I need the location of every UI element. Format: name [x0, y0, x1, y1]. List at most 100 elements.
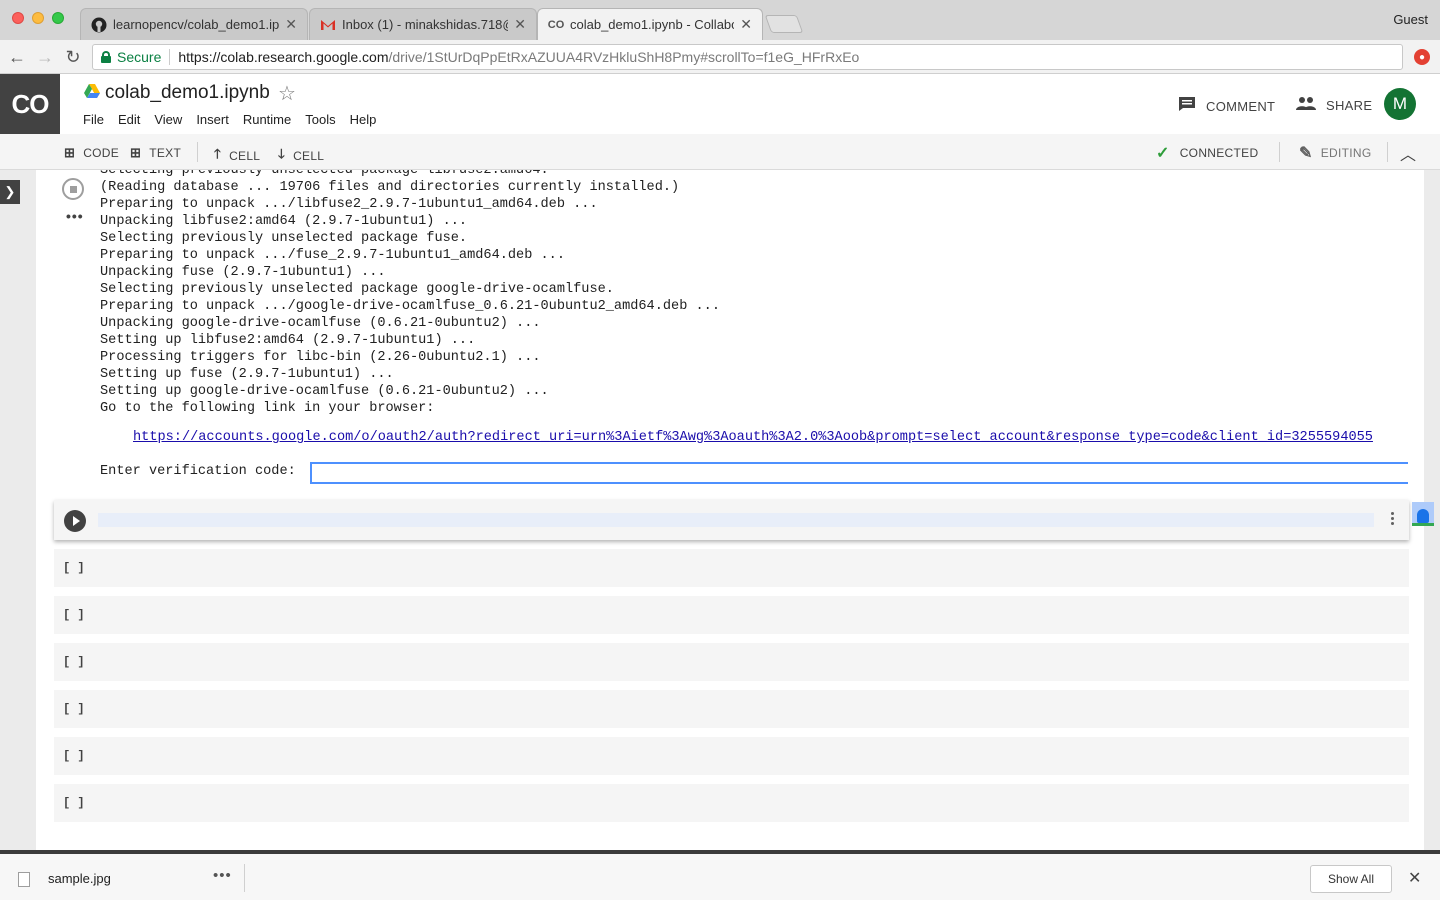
checkmark-icon: ✓ [1156, 145, 1170, 162]
download-file-name[interactable]: sample.jpg [48, 871, 111, 886]
code-editor[interactable] [98, 513, 1374, 527]
divider [1387, 142, 1388, 162]
drive-icon [84, 84, 100, 98]
more-vert-icon[interactable] [1391, 512, 1395, 527]
menu-insert[interactable]: Insert [196, 112, 229, 127]
star-icon[interactable]: ☆ [278, 81, 296, 106]
notebook-toolbar: ⊞ CODE ⊞ TEXT 🡑 CELL 🡓 CELL ✓ CONNECTED … [0, 134, 1440, 170]
stop-execution-button[interactable] [62, 178, 84, 200]
divider [169, 49, 171, 65]
reload-icon[interactable]: ↻ [62, 46, 84, 68]
code-cell[interactable]: [ ] [54, 643, 1409, 681]
image-file-icon [18, 872, 30, 887]
cell-execution-count: [ ] [63, 608, 85, 622]
connected-label: CONNECTED [1179, 146, 1259, 160]
avatar[interactable]: M [1384, 88, 1416, 120]
collapse-header-button[interactable]: ︿ [1400, 141, 1416, 165]
url-path: /drive/1StUrDqPpEtRxAZUUA4RVzHkluShH8Pmy… [388, 49, 860, 65]
menu-tools[interactable]: Tools [305, 112, 335, 127]
colab-icon: CO [547, 18, 565, 31]
connection-status[interactable]: ✓ CONNECTED [1156, 143, 1258, 163]
active-code-cell[interactable] [54, 500, 1409, 540]
tab-title: colab_demo1.ipynb - Collabora [570, 17, 735, 32]
cell-up-label: CELL [229, 149, 261, 163]
run-cell-button[interactable] [64, 510, 86, 532]
verification-code-label: Enter verification code: [100, 464, 296, 479]
menu-file[interactable]: File [83, 112, 104, 127]
browser-tab-gmail[interactable]: Inbox (1) - minakshidas.718@g ✕ [309, 8, 537, 40]
add-code-button[interactable]: ⊞ CODE [64, 145, 119, 161]
tab-title: learnopencv/colab_demo1.ipyn [113, 17, 280, 32]
back-arrow-icon[interactable]: ← [6, 46, 28, 68]
more-icon[interactable]: ••• [66, 208, 84, 224]
code-cell[interactable]: [ ] [54, 690, 1409, 728]
plus-box-icon: ⊞ [130, 145, 142, 160]
move-cell-down-button[interactable]: 🡓 CELL [278, 145, 324, 167]
divider [244, 864, 245, 892]
browser-tab-github[interactable]: learnopencv/colab_demo1.ipyn ✕ [80, 8, 308, 40]
colab-header: CO colab_demo1.ipynb ☆ File Edit View In… [0, 74, 1440, 134]
comment-icon [1178, 96, 1196, 117]
code-cell[interactable]: [ ] [54, 784, 1409, 822]
code-cell[interactable]: [ ] [54, 549, 1409, 587]
cell-execution-count: [ ] [63, 796, 85, 810]
show-all-button[interactable]: Show All [1310, 865, 1392, 893]
code-cell[interactable]: [ ] [54, 737, 1409, 775]
menu-view[interactable]: View [154, 112, 182, 127]
menu-runtime[interactable]: Runtime [243, 112, 291, 127]
cell-execution-count: [ ] [63, 561, 85, 575]
add-text-label: TEXT [149, 146, 182, 160]
more-icon[interactable]: ••• [213, 867, 232, 884]
cell-execution-count: [ ] [63, 749, 85, 763]
plus-box-icon: ⊞ [64, 145, 76, 160]
browser-toolbar: ← → ↻ Secure https://colab.research.goog… [0, 40, 1440, 74]
code-cell[interactable]: [ ] [54, 596, 1409, 634]
arrow-up-icon: 🡑 [214, 146, 222, 161]
close-icon[interactable]: ✕ [1408, 868, 1421, 888]
extension-icon[interactable]: ● [1414, 49, 1430, 65]
new-tab-button[interactable] [764, 15, 804, 33]
notebook-content: ❯ ••• Selecting previously unselected pa… [0, 170, 1440, 850]
guest-profile[interactable]: Guest [1393, 12, 1428, 27]
oauth-link[interactable]: https://accounts.google.com/o/oauth2/aut… [133, 430, 1373, 445]
editing-mode-button[interactable]: ✎ EDITING [1299, 143, 1372, 163]
close-icon[interactable]: ✕ [514, 16, 526, 33]
share-button[interactable]: SHARE [1296, 96, 1372, 115]
menu-bar: File Edit View Insert Runtime Tools Help [83, 112, 390, 127]
menu-edit[interactable]: Edit [118, 112, 140, 127]
close-icon[interactable]: ✕ [285, 16, 297, 33]
comment-label: COMMENT [1206, 99, 1276, 114]
address-bar[interactable]: Secure https://colab.research.google.com… [92, 44, 1403, 70]
url-host: https://colab.research.google.com [178, 49, 389, 65]
people-icon [1296, 96, 1316, 115]
minimize-window-button[interactable] [32, 12, 44, 24]
cell-execution-count: [ ] [63, 702, 85, 716]
maximize-window-button[interactable] [52, 12, 64, 24]
notebook-title[interactable]: colab_demo1.ipynb [105, 82, 270, 104]
close-icon[interactable]: ✕ [740, 16, 752, 33]
colab-logo[interactable]: CO [0, 74, 60, 134]
divider [197, 142, 198, 162]
add-code-label: CODE [83, 146, 120, 160]
arrow-down-icon: 🡓 [278, 146, 286, 161]
divider [1279, 142, 1280, 162]
forward-arrow-icon[interactable]: → [34, 46, 56, 68]
share-label: SHARE [1326, 98, 1373, 113]
menu-help[interactable]: Help [350, 112, 377, 127]
close-window-button[interactable] [12, 12, 24, 24]
comment-button[interactable]: COMMENT [1178, 96, 1275, 117]
verification-code-input[interactable] [310, 462, 1408, 484]
chevron-up-icon: ︿ [1400, 147, 1417, 164]
sidebar-toggle-button[interactable]: ❯ [0, 180, 20, 204]
user-presence-icon [1412, 502, 1434, 526]
move-cell-up-button[interactable]: 🡑 CELL [214, 145, 260, 167]
pencil-icon: ✎ [1299, 145, 1313, 162]
chevron-right-icon: ❯ [4, 184, 16, 199]
browser-tab-colab[interactable]: CO colab_demo1.ipynb - Collabora ✕ [537, 8, 763, 40]
github-icon [91, 17, 107, 33]
add-text-button[interactable]: ⊞ TEXT [130, 145, 181, 161]
cell-output-text: Selecting previously unselected package … [100, 170, 720, 416]
lock-icon [101, 51, 111, 63]
cell-execution-count: [ ] [63, 655, 85, 669]
editing-label: EDITING [1320, 146, 1372, 160]
